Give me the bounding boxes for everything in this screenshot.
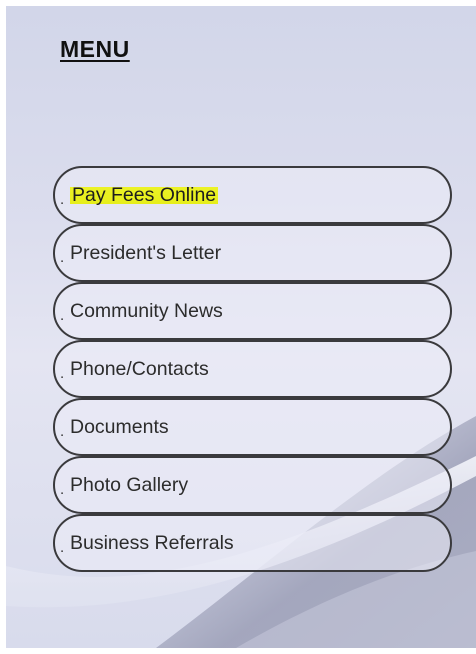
menu-item-phone-contacts[interactable]: . Phone/Contacts <box>53 340 452 398</box>
menu-item-label[interactable]: Business Referrals <box>70 532 234 555</box>
menu-item-bullet: . <box>60 248 65 266</box>
menu-item-label[interactable]: Photo Gallery <box>70 474 188 497</box>
menu-item-presidents-letter[interactable]: . President's Letter <box>53 224 452 282</box>
menu-item-label[interactable]: Community News <box>70 300 223 323</box>
menu-item-business-referrals[interactable]: . Business Referrals <box>53 514 452 572</box>
menu-item-bullet: . <box>60 422 65 440</box>
menu-item-bullet: . <box>60 480 65 498</box>
menu-item-label[interactable]: Phone/Contacts <box>70 358 209 381</box>
menu-item-label[interactable]: Documents <box>70 416 169 439</box>
menu-item-photo-gallery[interactable]: . Photo Gallery <box>53 456 452 514</box>
menu-item-pay-fees-online[interactable]: . Pay Fees Online <box>53 166 452 224</box>
menu-title: MENU <box>60 36 130 62</box>
menu-list: . Pay Fees Online . President's Letter .… <box>53 166 452 572</box>
menu-item-bullet: . <box>60 190 65 208</box>
menu-item-label[interactable]: President's Letter <box>70 242 221 265</box>
menu-item-community-news[interactable]: . Community News <box>53 282 452 340</box>
menu-item-bullet: . <box>60 364 65 382</box>
menu-item-label[interactable]: Pay Fees Online <box>70 183 219 207</box>
menu-item-documents[interactable]: . Documents <box>53 398 452 456</box>
menu-item-bullet: . <box>60 538 65 556</box>
menu-item-bullet: . <box>60 306 65 324</box>
